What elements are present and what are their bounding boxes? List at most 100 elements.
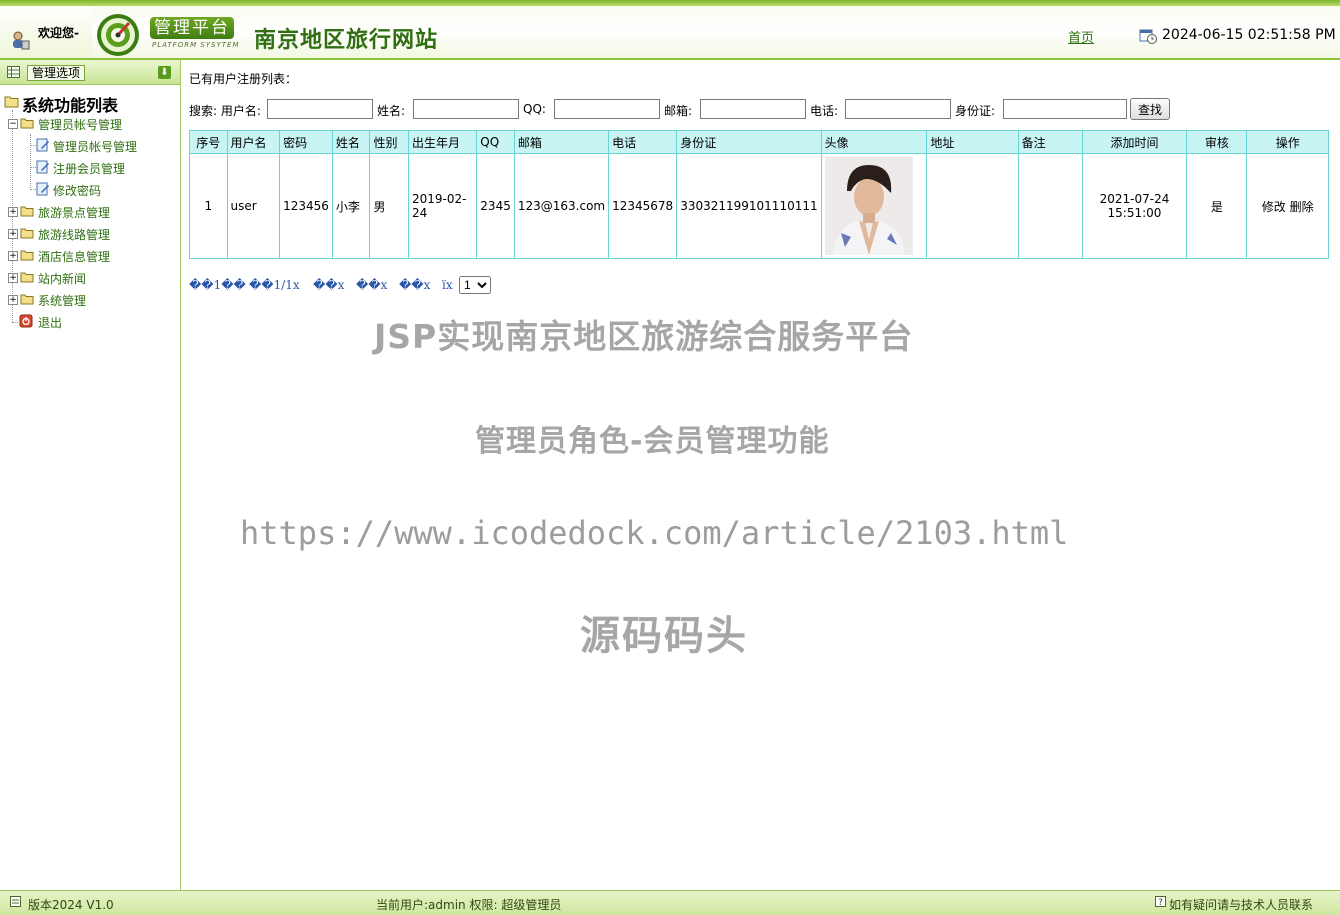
column-header: 审核 [1186, 130, 1248, 154]
grid-icon [7, 66, 20, 78]
folder-icon [20, 206, 34, 217]
column-header: 出生年月 [407, 130, 478, 154]
sidebar-item-travel-routes[interactable]: + 旅游线路管理 [0, 225, 180, 243]
cell-address [926, 153, 1019, 259]
sidebar-item-label[interactable]: 退出 [38, 314, 62, 331]
folder-icon [20, 294, 34, 305]
sidebar-item-admin-accounts[interactable]: − 管理员帐号管理 [0, 115, 180, 133]
collapse-arrow-icon[interactable]: ⬇ [158, 66, 171, 79]
search-email-label: 邮箱: [664, 104, 693, 118]
cell-index: 1 [189, 153, 228, 259]
column-header: 密码 [279, 130, 333, 154]
cell-password: 123456 [279, 153, 333, 259]
footer-help: 如有疑问请与技术人员联系 [1169, 898, 1314, 912]
sidebar-item-logout[interactable]: 退出 [0, 313, 180, 331]
edit-document-icon [36, 182, 49, 196]
sidebar-item-hotels[interactable]: + 酒店信息管理 [0, 247, 180, 265]
idcard-search-input[interactable] [1003, 99, 1127, 119]
column-header: 序号 [189, 130, 228, 154]
pager-prev[interactable]: ��x [313, 278, 344, 292]
pager-next[interactable]: ��x [356, 278, 387, 292]
column-header: 邮箱 [513, 130, 610, 154]
welcome-text: 欢迎您- [38, 26, 79, 40]
tree-root-label: 系统功能列表 [22, 96, 119, 115]
sidebar-item-member-manage[interactable]: 注册会员管理 [0, 159, 180, 177]
sidebar-item-label[interactable]: 管理员帐号管理 [53, 138, 137, 155]
column-header: 用户名 [226, 130, 281, 154]
name-search-input[interactable] [413, 99, 519, 119]
sidebar-header: 管理选项 ⬇ [0, 60, 180, 85]
sidebar-item-change-password[interactable]: 修改密码 [0, 181, 180, 199]
table-row: 1 user 123456 小李 男 2019-02-24 2345 123@1… [189, 153, 1329, 259]
sidebar-item-label[interactable]: 站内新闻 [38, 270, 86, 287]
column-header: 电话 [608, 130, 678, 154]
folder-icon [20, 228, 34, 239]
sidebar-item-scenic-spots[interactable]: + 旅游景点管理 [0, 203, 180, 221]
cell-birth: 2019-02-24 [407, 153, 478, 259]
column-header: 操作 [1246, 130, 1329, 154]
column-header: 头像 [820, 130, 928, 154]
expand-toggle-icon[interactable]: + [8, 295, 18, 305]
column-header: 备注 [1017, 130, 1083, 154]
expand-toggle-icon[interactable]: + [8, 251, 18, 261]
footer-bar: 版本2024 V1.0 当前用户:admin 权限: 超级管理员 ? 如有疑问请… [0, 890, 1340, 915]
column-header: 地址 [926, 130, 1019, 154]
cell-qq: 2345 [476, 153, 515, 259]
page-select[interactable]: 1 [459, 276, 491, 294]
column-header: 姓名 [331, 130, 371, 154]
sidebar-item-label[interactable]: 旅游景点管理 [38, 204, 110, 221]
sidebar-item-label[interactable]: 酒店信息管理 [38, 248, 110, 265]
phone-search-input[interactable] [845, 99, 951, 119]
watermark-url: https://www.icodedock.com/article/2103.h… [240, 514, 1069, 552]
search-qq-label: QQ: [523, 102, 546, 116]
email-search-input[interactable] [700, 99, 806, 119]
user-icon [13, 31, 30, 50]
cell-avatar [820, 153, 928, 259]
pager-last[interactable]: ��x [399, 278, 430, 292]
column-header: QQ [476, 130, 515, 154]
header-top-stripe [0, 0, 1340, 6]
home-link[interactable]: 首页 [1068, 27, 1094, 46]
sidebar-item-label[interactable]: 系统管理 [38, 292, 86, 309]
cell-actions: 修改 删除 [1246, 153, 1329, 259]
header-bar: 欢迎您- 管理平台 PLATFORM SYSYTEM 南京地区旅行网站 首页 2… [0, 0, 1340, 60]
pager-jump-label: ïx [442, 278, 453, 292]
column-header: 性别 [369, 130, 409, 154]
sidebar-item-label[interactable]: 注册会员管理 [53, 160, 125, 177]
main-content: 已有用户注册列表： 搜索: 用户名: 姓名: QQ: 邮箱: 电话: 身份证: … [181, 60, 1340, 890]
footer-current-user: 当前用户:admin 权限: 超级管理员 [376, 898, 562, 912]
folder-icon [20, 272, 34, 283]
cell-added-time: 2021-07-24 15:51:00 [1081, 153, 1188, 259]
expand-toggle-icon[interactable]: + [8, 273, 18, 283]
watermark-brand: 源码码头 [580, 613, 748, 659]
pager-page-info: ��1/1x [249, 278, 300, 292]
platform-logo-icon [97, 14, 139, 56]
search-idcard-label: 身份证: [955, 104, 996, 118]
list-title: 已有用户注册列表： [189, 72, 298, 86]
sidebar-item-system[interactable]: + 系统管理 [0, 291, 180, 309]
sidebar-item-label[interactable]: 管理员帐号管理 [38, 116, 122, 133]
cell-gender: 男 [369, 153, 409, 259]
sidebar-item-admin-account-manage[interactable]: 管理员帐号管理 [0, 137, 180, 155]
delete-link[interactable]: 删除 [1290, 200, 1314, 214]
current-datetime: 2024-06-15 02:51:58 PM [1162, 27, 1336, 43]
expand-toggle-icon[interactable]: + [8, 229, 18, 239]
cell-username: user [226, 153, 281, 259]
avatar[interactable] [824, 157, 913, 255]
cell-note [1017, 153, 1083, 259]
cell-idcard: 330321199101110111 [676, 153, 822, 259]
sidebar-item-label[interactable]: 旅游线路管理 [38, 226, 110, 243]
sidebar-item-label[interactable]: 修改密码 [53, 182, 101, 199]
help-icon: ? [1155, 896, 1166, 907]
search-button[interactable]: 查找 [1130, 98, 1170, 120]
folder-open-icon [20, 118, 34, 129]
expand-toggle-icon[interactable]: + [8, 207, 18, 217]
cell-email: 123@163.com [513, 153, 610, 259]
watermark-title: JSP实现南京地区旅游综合服务平台 [374, 317, 914, 356]
username-search-input[interactable] [267, 99, 373, 119]
pager-first[interactable]: ��1�� [189, 278, 246, 292]
sidebar-item-news[interactable]: + 站内新闻 [0, 269, 180, 287]
qq-search-input[interactable] [554, 99, 660, 119]
edit-link[interactable]: 修改 [1262, 200, 1286, 214]
collapse-toggle-icon[interactable]: − [8, 119, 18, 129]
